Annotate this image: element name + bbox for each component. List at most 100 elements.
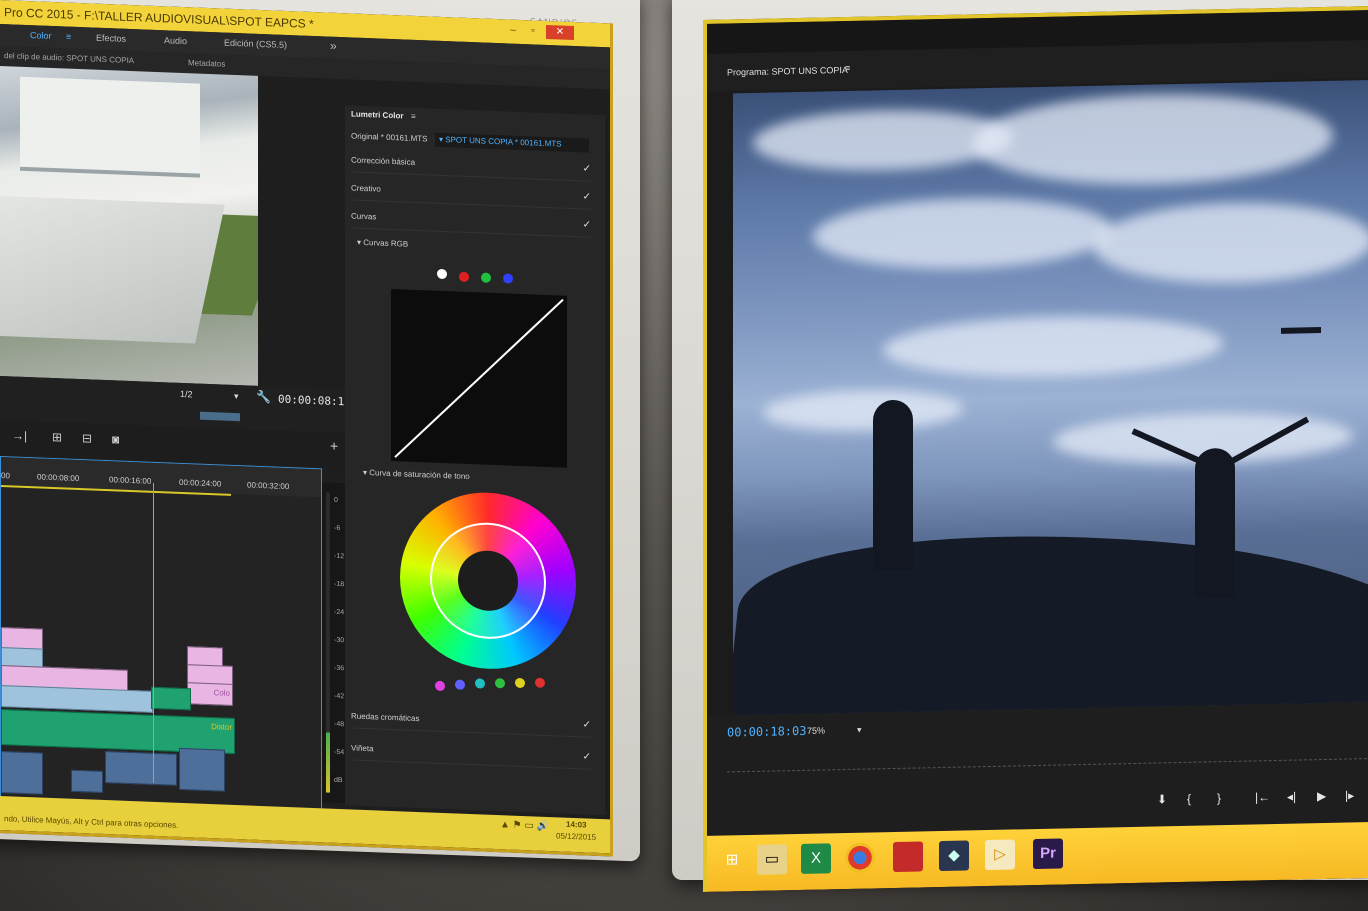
premiere-icon[interactable]: Pr	[1033, 838, 1063, 870]
channel-red-dot[interactable]	[459, 271, 469, 283]
chevron-down-icon[interactable]: ▾	[234, 391, 239, 402]
preset-magenta-dot[interactable]	[435, 680, 445, 692]
audio-clip[interactable]	[71, 769, 103, 793]
meter-tick: -18	[334, 580, 345, 589]
check-icon[interactable]: ✓	[583, 214, 591, 236]
hill-silhouette	[733, 507, 1368, 716]
mark-out-icon[interactable]: }	[1217, 791, 1221, 805]
workspace-tab-color[interactable]: Color	[30, 30, 52, 41]
cloud-shape	[813, 195, 1113, 272]
workspace-overflow-button[interactable]: »	[330, 39, 337, 53]
excel-icon[interactable]: X	[801, 843, 831, 874]
meter-tick: -24	[334, 608, 345, 617]
ruler-label: 00:00:16:00	[109, 475, 152, 486]
section-curvas[interactable]: Curvas ✓	[351, 205, 591, 238]
audio-meter-bar	[326, 492, 330, 793]
audio-clip[interactable]	[105, 751, 177, 786]
insert-icon[interactable]: ⊞	[52, 430, 62, 444]
preset-green-dot[interactable]	[495, 678, 505, 689]
audio-clip[interactable]	[1, 751, 43, 795]
tab-metadatos[interactable]: Metadatos	[188, 58, 225, 68]
clock-date: 05/12/2015	[556, 831, 597, 842]
check-icon[interactable]: ✓	[583, 158, 591, 180]
preset-red-dot[interactable]	[535, 677, 545, 688]
section-correccion-basica[interactable]: Corrección básica ✓	[351, 149, 591, 182]
program-scrubber[interactable]	[727, 742, 1367, 773]
chrome-icon[interactable]	[845, 842, 875, 874]
tab-audio-clip-mixer[interactable]: del clip de audio: SPOT UNS COPIA	[4, 51, 134, 65]
meter-tick: -54	[334, 748, 345, 757]
close-button[interactable]: ✕	[546, 24, 574, 41]
step-back-icon[interactable]: ◂|	[1287, 790, 1296, 804]
meter-tick: -48	[334, 720, 345, 729]
panel-menu-icon[interactable]: ≡	[411, 112, 416, 121]
add-button-icon[interactable]: +	[330, 438, 338, 454]
audio-clip[interactable]	[179, 747, 225, 792]
curvas-rgb-toggle[interactable]: ▾ Curvas RGB	[357, 238, 408, 249]
preset-cyan-dot[interactable]	[475, 678, 485, 689]
camera-icon[interactable]: ◙	[112, 432, 119, 446]
ruler-label: 00:00:32:00	[247, 480, 290, 492]
section-label: Curvas	[351, 211, 377, 222]
check-icon[interactable]: ✓	[583, 714, 591, 736]
timeline-playhead[interactable]	[153, 482, 154, 783]
menu-icon[interactable]: ≡	[66, 32, 71, 42]
video-clip[interactable]: Colo	[187, 682, 233, 706]
marker-icon[interactable]: ⬇	[1157, 792, 1167, 806]
source-scrubber[interactable]	[200, 411, 240, 422]
program-zoom-select[interactable]: 75%	[807, 725, 825, 735]
channel-blue-dot[interactable]	[503, 273, 513, 284]
curvas-rgb-label: Curvas RGB	[363, 237, 409, 249]
panel-menu-icon[interactable]: ≡	[845, 63, 850, 73]
hue-saturation-wheel[interactable]	[400, 489, 576, 673]
workspace-tab-efectos[interactable]: Efectos	[96, 33, 126, 44]
step-forward-icon[interactable]: |▸	[1345, 788, 1354, 802]
red-app-icon[interactable]	[893, 841, 923, 873]
preset-yellow-dot[interactable]	[515, 677, 525, 689]
rgb-curve-graph[interactable]	[391, 289, 567, 468]
file-explorer-icon[interactable]: ▭	[757, 844, 787, 875]
target-clip-select[interactable]: ▾ SPOT UNS COPIA * 00161.MTS	[435, 132, 589, 153]
channel-white-dot[interactable]	[437, 268, 447, 280]
windows-logo-icon[interactable]: ⊞	[717, 845, 747, 876]
program-controls: 00:00:18:03 75% ▾ ⬇ { } |← ◂| ▶ |▸	[707, 701, 1368, 836]
meter-tick: 0	[334, 496, 338, 504]
tray-icons[interactable]: ▲ ⚑ ▭ 🔊	[500, 819, 549, 832]
program-monitor-window: Programa: SPOT UNS COPIA ≡ 00:00:18:03 7…	[703, 5, 1368, 892]
go-to-out-icon[interactable]: →|	[12, 428, 27, 443]
ruler-label: 00:00:24:00	[179, 477, 222, 489]
maximize-button[interactable]: ▫	[524, 24, 542, 39]
audio-clip[interactable]: Distor	[1, 709, 235, 755]
overwrite-icon[interactable]: ⊟	[82, 431, 92, 445]
go-to-in-icon[interactable]: |←	[1255, 790, 1270, 804]
person-silhouette	[1195, 447, 1235, 599]
video-clip[interactable]	[151, 686, 191, 711]
section-ruedas-cromaticas[interactable]: Ruedas cromáticas ✓	[351, 705, 591, 738]
target-clip-label: SPOT UNS COPIA * 00161.MTS	[445, 135, 562, 149]
section-vineta[interactable]: Viñeta ✓	[351, 737, 591, 770]
rooftop-shape	[0, 195, 225, 344]
meter-tick: -6	[334, 524, 341, 533]
workspace-tab-edicion[interactable]: Edición (CS5.5)	[224, 38, 287, 50]
mark-in-icon[interactable]: {	[1187, 792, 1191, 806]
player-icon[interactable]: ▷	[985, 839, 1015, 871]
workspace-tab-audio[interactable]: Audio	[164, 35, 187, 46]
source-monitor-video	[0, 66, 258, 386]
media-app-icon[interactable]: ◆	[939, 840, 969, 872]
video-clip[interactable]	[1, 685, 153, 713]
minimize-button[interactable]: –	[504, 23, 522, 38]
preset-blue-dot[interactable]	[455, 679, 465, 690]
hue-sat-toggle[interactable]: ▾ Curva de saturación de tono	[363, 468, 470, 481]
cloud-shape	[763, 388, 963, 433]
check-icon[interactable]: ✓	[583, 746, 591, 768]
zoom-select[interactable]: 1/2	[180, 389, 193, 399]
channel-green-dot[interactable]	[481, 272, 491, 283]
source-timecode: 00:00:08:16	[278, 392, 351, 409]
section-creativo[interactable]: Creativo ✓	[351, 177, 591, 210]
wrench-icon[interactable]: 🔧	[256, 390, 271, 405]
check-icon[interactable]: ✓	[583, 186, 591, 208]
hue-sat-label: Curva de saturación de tono	[369, 468, 470, 482]
timeline-panel[interactable]: 00 00:00:08:00 00:00:16:00 00:00:24:00 0…	[0, 456, 322, 811]
chevron-down-icon[interactable]: ▾	[857, 725, 862, 736]
play-icon[interactable]: ▶	[1317, 789, 1326, 803]
